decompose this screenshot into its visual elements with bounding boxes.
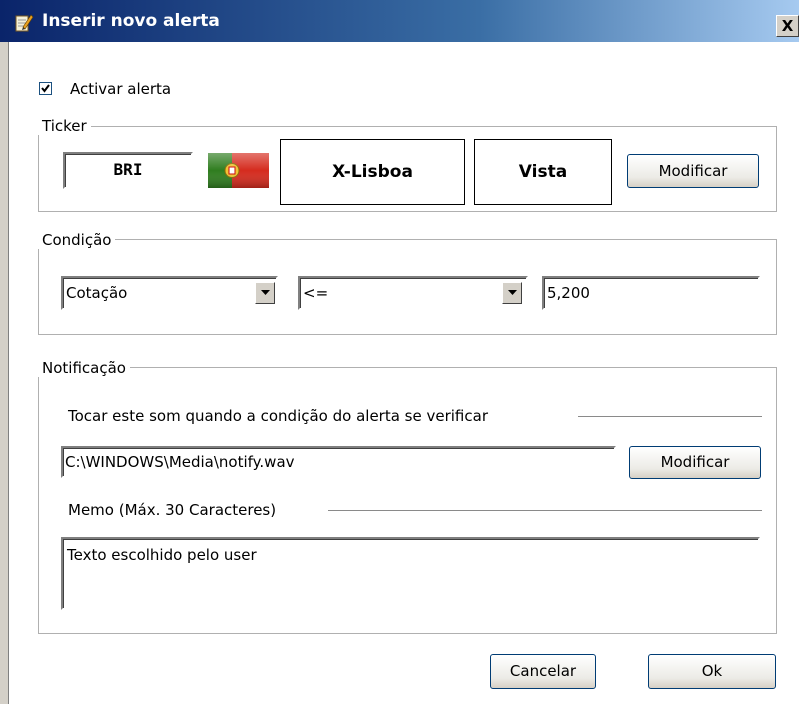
- ticker-view-label: Vista: [518, 162, 568, 182]
- memo-caption: Memo (Máx. 30 Caracteres): [68, 501, 277, 519]
- notepad-pencil-icon: [15, 14, 34, 32]
- condition-operator-select[interactable]: <=: [298, 276, 528, 310]
- ticker-symbol: BRI: [113, 160, 143, 179]
- memo-text: Texto escolhido pelo user: [67, 546, 257, 564]
- condition-field-select[interactable]: Cotação: [61, 276, 278, 310]
- condition-operator-value: <=: [303, 284, 329, 302]
- sound-modify-button[interactable]: Modificar: [629, 446, 761, 479]
- memo-textarea[interactable]: Texto escolhido pelo user: [61, 537, 760, 610]
- cancel-button[interactable]: Cancelar: [490, 654, 596, 689]
- sound-path-text: C:\WINDOWS\Media\notify.wav: [65, 453, 295, 471]
- activate-alert-checkbox[interactable]: [39, 82, 52, 95]
- window-frame: [0, 42, 9, 704]
- dialog-body: Activar alerta Ticker BRI X-Lisboa Vista…: [10, 42, 799, 704]
- condition-field-dropdown[interactable]: [255, 282, 275, 304]
- ticker-group-label: Ticker: [38, 117, 91, 135]
- close-button[interactable]: X: [776, 15, 799, 37]
- sound-caption: Tocar este som quando a condição do aler…: [68, 407, 488, 425]
- ticker-market-label: X-Lisboa: [332, 162, 413, 182]
- portugal-flag-icon: [208, 153, 269, 188]
- title-bar: Inserir novo alerta X: [0, 0, 799, 42]
- window-title: Inserir novo alerta: [42, 11, 220, 31]
- ticker-symbol-field: BRI: [63, 152, 193, 189]
- ticker-modify-button[interactable]: Modificar: [627, 154, 759, 188]
- sound-path-input[interactable]: C:\WINDOWS\Media\notify.wav: [61, 446, 616, 478]
- sound-separator: [578, 416, 762, 417]
- condition-operator-dropdown[interactable]: [502, 282, 522, 304]
- notification-group-label: Notificação: [38, 359, 130, 377]
- ok-button[interactable]: Ok: [648, 654, 776, 689]
- condition-group-label: Condição: [38, 231, 116, 249]
- condition-value-text: 5,200: [547, 284, 590, 302]
- chevron-down-icon: [261, 290, 270, 295]
- activate-alert-label: Activar alerta: [70, 80, 172, 98]
- chevron-down-icon: [508, 290, 517, 295]
- memo-separator: [328, 510, 762, 511]
- condition-value-input[interactable]: 5,200: [542, 276, 760, 310]
- ticker-view: Vista: [474, 139, 612, 205]
- condition-field-value: Cotação: [66, 284, 128, 302]
- checkmark-icon: [41, 84, 50, 93]
- close-icon: X: [781, 17, 794, 35]
- ticker-market: X-Lisboa: [280, 139, 465, 205]
